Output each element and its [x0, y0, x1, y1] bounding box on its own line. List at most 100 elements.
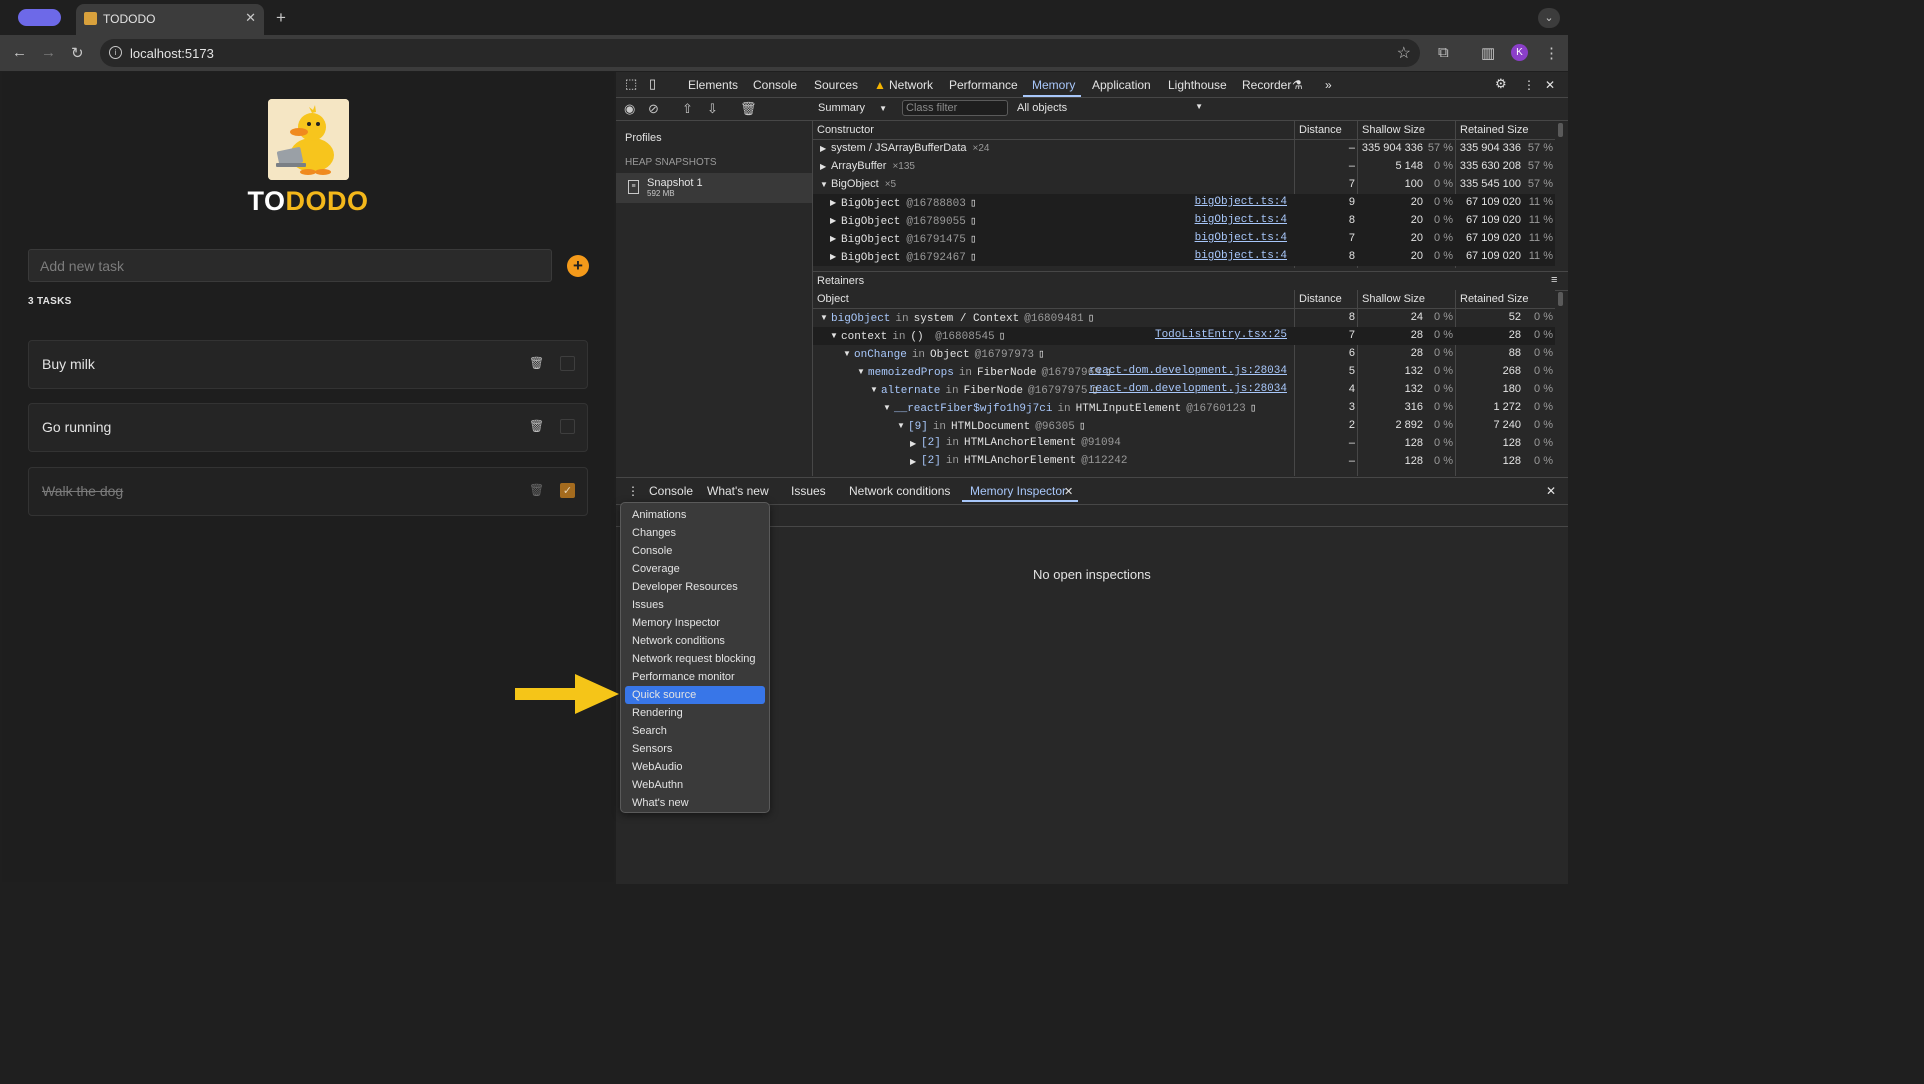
drawer-tab-whats-new[interactable]: What's new — [707, 484, 769, 498]
garbage-collect-icon[interactable]: 🗑 — [740, 101, 757, 117]
table-row[interactable]: ▼ alternate in FiberNode @16797975 ▯ react-dom… — [813, 381, 1555, 399]
object-store-icon[interactable]: ▯ — [999, 331, 1006, 343]
close-drawer-icon[interactable]: ✕ — [1546, 484, 1556, 498]
settings-gear-icon[interactable]: ⚙ — [1495, 76, 1507, 92]
drawer-menu-icon[interactable]: ⋮ — [627, 484, 639, 498]
source-link[interactable]: react-dom.development.js:28034 — [1063, 365, 1287, 377]
address-bar[interactable]: i localhost:5173 ☆ — [100, 39, 1420, 67]
chevron-right-icon[interactable]: ▶ — [910, 457, 916, 466]
menu-item[interactable]: Rendering — [625, 704, 765, 722]
chevron-right-icon[interactable]: ▶ — [830, 198, 836, 207]
object-store-icon[interactable]: ▯ — [970, 252, 977, 264]
reload-icon[interactable]: ↻ — [71, 44, 84, 62]
browser-menu-icon[interactable]: ⋮ — [1544, 44, 1559, 62]
chevron-right-icon[interactable]: ▶ — [820, 162, 826, 171]
profile-group-pill[interactable] — [18, 9, 61, 26]
scrollbar[interactable] — [1558, 123, 1563, 137]
tab-memory[interactable]: Memory — [1032, 78, 1075, 92]
table-row[interactable]: ▼ context in () @16808545 ▯ TodoListEntry.tsx… — [813, 327, 1555, 345]
column-header[interactable]: Shallow Size — [1362, 293, 1425, 305]
browser-tab[interactable]: TODODO ✕ — [76, 4, 264, 35]
chevron-down-icon[interactable]: ▼ — [843, 349, 851, 358]
chevron-right-icon[interactable]: ▶ — [910, 439, 916, 448]
chevron-right-icon[interactable]: ▶ — [820, 144, 826, 153]
column-header[interactable]: Retained Size — [1460, 293, 1529, 305]
source-link[interactable]: bigObject.ts:4 — [1163, 232, 1287, 244]
table-row[interactable]: ▼ onChange in Object @16797973 ▯ 6 28 0 % 88 0 % — [813, 345, 1555, 363]
chevron-down-icon[interactable]: ▼ — [883, 403, 891, 412]
tab-search-icon[interactable]: ⌄ — [1538, 8, 1560, 28]
url-text[interactable]: localhost:5173 — [130, 46, 214, 61]
object-store-icon[interactable]: ▯ — [1250, 403, 1257, 415]
column-header[interactable]: Object — [817, 293, 849, 305]
back-icon[interactable]: ← — [12, 44, 27, 61]
extensions-icon[interactable]: ⧉ — [1438, 44, 1449, 61]
drawer-tab-console[interactable]: Console — [649, 484, 693, 498]
object-store-icon[interactable]: ▯ — [1038, 349, 1045, 361]
task-checkbox[interactable] — [560, 356, 575, 371]
source-link[interactable]: TodoListEntry.tsx:25 — [1063, 329, 1287, 341]
source-link[interactable]: bigObject.ts:4 — [1163, 250, 1287, 262]
chevron-down-icon[interactable]: ▼ — [857, 367, 865, 376]
table-row[interactable]: ▶ BigObject @16791475 ▯ bigObject.ts:4 7 20 0 %… — [813, 230, 1555, 248]
chevron-down-icon[interactable]: ▼ — [897, 421, 905, 430]
column-header[interactable]: Constructor — [817, 124, 874, 136]
table-row[interactable]: ▶ [2] in HTMLAnchorElement @112242 – 128 0 % 128… — [813, 453, 1555, 471]
table-row[interactable]: ▶ ArrayBuffer ×135 – 5 148 0 % 335 630 208 57 % — [813, 158, 1555, 176]
chevron-right-icon[interactable]: ▶ — [830, 216, 836, 225]
table-row[interactable]: ▼ [9] in HTMLDocument @96305 ▯ 2 2 892 0 % 7 240 0… — [813, 417, 1555, 435]
trash-icon[interactable]: 🗑 — [529, 356, 544, 370]
menu-item[interactable]: Search — [625, 722, 765, 740]
chevron-right-icon[interactable]: ▶ — [830, 234, 836, 243]
menu-item[interactable]: Sensors — [625, 740, 765, 758]
menu-item[interactable]: Network request blocking — [625, 650, 765, 668]
table-row[interactable]: ▶ [2] in HTMLAnchorElement @91094 – 128 0 % 128 0… — [813, 435, 1555, 453]
snapshot-item[interactable]: ≡ Snapshot 1 592 MB — [616, 173, 812, 203]
trash-icon[interactable]: 🗑 — [529, 483, 544, 497]
tab-lighthouse[interactable]: Lighthouse — [1168, 78, 1227, 92]
tab-elements[interactable]: Elements — [688, 78, 738, 92]
chevron-down-icon[interactable]: ▼ — [830, 331, 838, 340]
side-panel-icon[interactable]: ▥ — [1481, 44, 1495, 62]
object-store-icon[interactable]: ▯ — [1088, 313, 1095, 325]
column-header[interactable]: Shallow Size — [1362, 124, 1425, 136]
column-header[interactable]: Distance — [1299, 124, 1342, 136]
drawer-tab-issues[interactable]: Issues — [791, 484, 826, 498]
drawer-tab-network-conditions[interactable]: Network conditions — [849, 484, 950, 498]
close-icon[interactable]: ✕ — [245, 10, 256, 26]
object-store-icon[interactable]: ▯ — [970, 216, 977, 228]
menu-item[interactable]: What's new — [625, 794, 765, 812]
new-task-input[interactable] — [28, 249, 552, 282]
source-link[interactable]: bigObject.ts:4 — [1163, 214, 1287, 226]
table-row[interactable]: ▼ memoizedProps in FiberNode @16797969 ▯ react… — [813, 363, 1555, 381]
table-row[interactable]: ▶ system / JSArrayBufferData ×24–335 904 3… — [813, 140, 1555, 158]
tab-performance[interactable]: Performance — [949, 78, 1018, 92]
table-row[interactable]: ▼ __reactFiber$wjfo1h9j7ci in HTMLInputElem… — [813, 399, 1555, 417]
object-store-icon[interactable]: ▯ — [970, 234, 977, 246]
menu-item[interactable]: Performance monitor — [625, 668, 765, 686]
avatar[interactable]: K — [1511, 44, 1528, 61]
objects-select[interactable]: All objects ▼ — [1017, 102, 1203, 114]
drawer-tab-memory-inspector[interactable]: Memory Inspector — [970, 484, 1066, 498]
tab-console[interactable]: Console — [753, 78, 797, 92]
menu-item[interactable]: Console — [625, 542, 765, 560]
devtools-menu-icon[interactable]: ⋮ — [1523, 78, 1535, 92]
more-tabs-icon[interactable]: » — [1325, 78, 1332, 92]
class-filter-input[interactable] — [902, 100, 1008, 116]
close-tab-icon[interactable]: ✕ — [1064, 485, 1073, 498]
menu-item[interactable]: Issues — [625, 596, 765, 614]
drag-handle-icon[interactable]: ≡ — [1551, 274, 1557, 286]
table-row[interactable]: ▶ BigObject @16788803 ▯ bigObject.ts:4 9 20 0 %… — [813, 194, 1555, 212]
menu-item[interactable]: Network conditions — [625, 632, 765, 650]
scrollbar[interactable] — [1558, 292, 1563, 306]
upload-icon[interactable]: ⇧ — [682, 101, 693, 117]
table-row[interactable]: ▼ bigObject in system / Context @16809481 ▯ 8 2… — [813, 309, 1555, 327]
chevron-down-icon[interactable]: ▼ — [820, 180, 828, 189]
menu-item[interactable]: WebAuthn — [625, 776, 765, 794]
bookmark-star-icon[interactable]: ☆ — [1397, 43, 1411, 63]
object-store-icon[interactable]: ▯ — [970, 198, 977, 210]
menu-item[interactable]: WebAudio — [625, 758, 765, 776]
chevron-down-icon[interactable]: ▼ — [870, 385, 878, 394]
menu-item[interactable]: Memory Inspector — [625, 614, 765, 632]
menu-item[interactable]: Changes — [625, 524, 765, 542]
